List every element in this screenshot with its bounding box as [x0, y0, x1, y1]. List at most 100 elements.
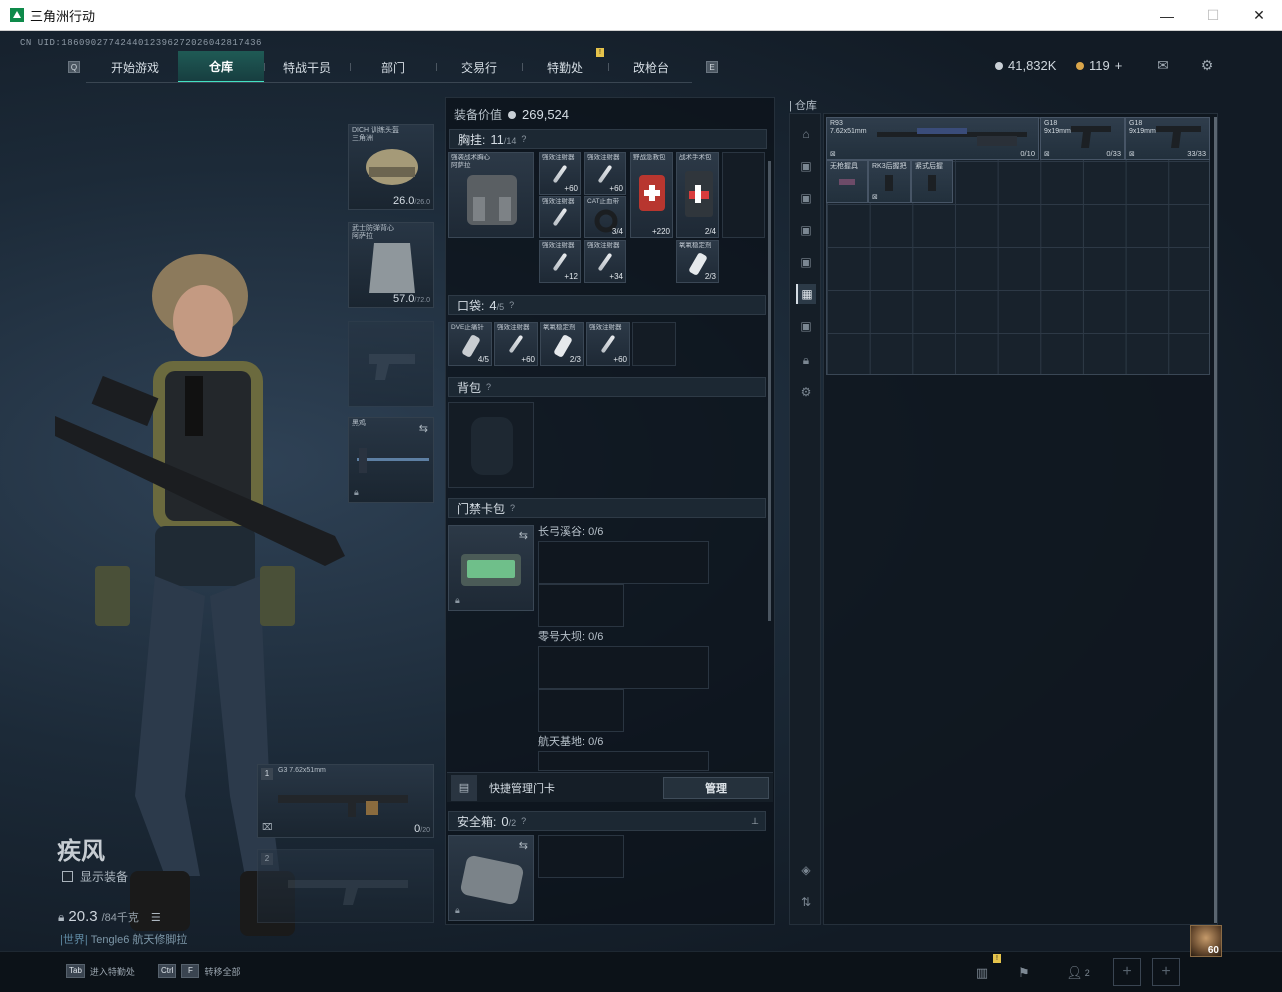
- warehouse-tab-collectibles-icon[interactable]: ▣: [796, 316, 816, 336]
- chest-item[interactable]: 强效注射器 +34: [584, 240, 626, 283]
- sniper-rifle-image: [877, 128, 1027, 146]
- helmet-slot[interactable]: DICH 训练头盔 三角洲 26.0/26.0: [348, 124, 434, 210]
- chest-item[interactable]: 战术手术包 2/4: [676, 152, 719, 238]
- keycard-grid[interactable]: [538, 541, 709, 584]
- warehouse-tab-ammo-icon[interactable]: ▣: [796, 252, 816, 272]
- warehouse-tab-attachments-icon[interactable]: ▦: [796, 284, 816, 304]
- chest-item[interactable]: 氧氧稳定剂 2/3: [676, 240, 719, 283]
- flag-icon[interactable]: ⚑: [1010, 959, 1038, 987]
- manage-keycard-button[interactable]: 管理: [663, 777, 769, 799]
- pocket-help-icon[interactable]: ?: [509, 300, 514, 310]
- primary-ammo: 0/20: [414, 823, 430, 835]
- close-button[interactable]: ✕: [1236, 0, 1282, 31]
- pocket-capacity: 4/5: [489, 297, 505, 313]
- keycard-grid[interactable]: [538, 646, 709, 689]
- warehouse-tab-weapons-icon[interactable]: ▣: [796, 156, 816, 176]
- pocket-empty-slot[interactable]: [632, 322, 676, 366]
- nav-prev-key[interactable]: Q: [68, 61, 80, 73]
- weight-list-icon[interactable]: ☰: [151, 911, 161, 924]
- warehouse-item[interactable]: R93 7.62x51mm ⊠ 0/10: [826, 117, 1039, 160]
- show-equipment-checkbox[interactable]: [62, 871, 73, 882]
- backpack-help-icon[interactable]: ?: [486, 382, 491, 392]
- chest-rig-slot[interactable]: 强袭战术胸心 阿萨拉: [448, 152, 534, 238]
- tab-start-game[interactable]: 开始游戏: [92, 51, 178, 83]
- tab-departments[interactable]: 部门: [350, 51, 436, 83]
- add-teammate-button[interactable]: +: [1113, 958, 1141, 986]
- secondary-weapon-slot[interactable]: 2: [257, 849, 434, 923]
- premium-add-button[interactable]: +: [1115, 58, 1123, 73]
- tab-warehouse[interactable]: 仓库: [178, 51, 264, 83]
- backpack-title: 背包: [457, 380, 482, 395]
- player-avatar[interactable]: 60: [1190, 925, 1222, 957]
- equipment-scrollbar[interactable]: [768, 161, 771, 621]
- keycard-grid[interactable]: [538, 689, 624, 732]
- primary-weapon-image: [278, 795, 408, 817]
- warehouse-item[interactable]: G18 9x19mm ⊠ 33/33: [1125, 117, 1210, 160]
- tab-trading[interactable]: 交易行: [436, 51, 522, 83]
- safebox-grid[interactable]: [538, 835, 624, 878]
- pistol-silhouette-icon: [369, 354, 415, 380]
- tab-gunsmith[interactable]: 改枪台: [608, 51, 694, 83]
- chest-item[interactable]: CAT止血带 3/4: [584, 196, 626, 238]
- primary-weapon-slot[interactable]: 1 G3 7.62x51mm 0/20 ⌧: [257, 764, 434, 838]
- tab-operators[interactable]: 特战干员: [264, 51, 350, 83]
- show-equipment-toggle[interactable]: 显示装备: [62, 868, 128, 885]
- chest-item[interactable]: 强效注射器 +12: [539, 240, 581, 283]
- safebox-pin-icon[interactable]: ⊥: [751, 816, 759, 827]
- chest-item[interactable]: 强效注射器 +60: [584, 152, 626, 195]
- add-teammate-button[interactable]: +: [1152, 958, 1180, 986]
- pocket-item[interactable]: 强效注射器 +60: [586, 322, 630, 366]
- primary-mod-icon[interactable]: ⌧: [262, 822, 272, 833]
- syringe-icon: [508, 334, 524, 354]
- premium-value: 119: [1089, 58, 1110, 73]
- warehouse-item[interactable]: G18 9x19mm ⊠ 0/33: [1040, 117, 1125, 160]
- warehouse-item[interactable]: 无枪握具: [826, 160, 868, 203]
- chest-item-label: 强效注射器: [542, 242, 575, 249]
- settings-gear-icon[interactable]: ⚙: [1198, 57, 1216, 73]
- warehouse-stack-icon[interactable]: ◈: [796, 860, 816, 880]
- warehouse-tab-all-icon[interactable]: ⌂: [796, 124, 816, 144]
- pistol-slot[interactable]: [348, 321, 434, 407]
- warehouse-item-count: 0/10: [1020, 149, 1035, 158]
- nav-next-key[interactable]: E: [706, 61, 718, 73]
- equipment-value-label: 装备价值: [454, 108, 503, 122]
- chat-message[interactable]: |世界| Tengle6 航天修脚拉: [60, 931, 187, 947]
- keycard-grid[interactable]: [538, 751, 709, 771]
- keycard-grid[interactable]: [538, 584, 624, 627]
- hint-transfer-all[interactable]: Ctrl F 转移全部: [158, 964, 240, 978]
- warehouse-settings-icon[interactable]: ⚙: [796, 382, 816, 402]
- chest-empty-slot[interactable]: [722, 152, 765, 238]
- mail-icon[interactable]: ✉: [1154, 57, 1172, 73]
- backpack-slot[interactable]: [448, 402, 534, 488]
- coin-balance[interactable]: 41,832K: [995, 58, 1056, 73]
- stats-chart-icon[interactable]: ▥: [968, 959, 996, 987]
- keycard-case-slot[interactable]: ⇆ 🔒︎: [448, 525, 534, 611]
- keycard-header: 门禁卡包 ?: [448, 498, 766, 518]
- friends-icon[interactable]: 👤︎ 2: [1060, 959, 1096, 987]
- chest-item[interactable]: 强效注射器 +60: [539, 152, 581, 195]
- player-uid: CN UID:186090277424401239627202604281743…: [20, 38, 262, 48]
- melee-slot[interactable]: 黑鸡 ⇆ 🔒︎: [348, 417, 434, 503]
- chest-item[interactable]: 野战急救包 +220: [630, 152, 673, 238]
- syringe-icon: [597, 164, 613, 183]
- pocket-item[interactable]: DVE止痛针 4/5: [448, 322, 492, 366]
- warehouse-tab-medical-icon[interactable]: ▣: [796, 220, 816, 240]
- warehouse-tab-equipment-icon[interactable]: ▣: [796, 188, 816, 208]
- hint-enter-special-ops[interactable]: Tab 进入特勤处: [66, 964, 135, 978]
- pocket-item[interactable]: 强效注射器 +60: [494, 322, 538, 366]
- maximize-button[interactable]: ☐: [1190, 0, 1236, 31]
- pocket-item[interactable]: 氧氧稳定剂 2/3: [540, 322, 584, 366]
- warehouse-scrollbar[interactable]: [1214, 117, 1217, 923]
- warehouse-lock-icon[interactable]: 🔒︎: [796, 350, 816, 370]
- warehouse-item[interactable]: 紧式后握: [911, 160, 953, 203]
- warehouse-sort-icon[interactable]: ⇅: [796, 892, 816, 912]
- warehouse-item[interactable]: RK3后握把 ⊠: [868, 160, 911, 203]
- chest-help-icon[interactable]: ?: [521, 134, 526, 144]
- chest-item[interactable]: 强效注射器: [539, 196, 581, 238]
- safebox-help-icon[interactable]: ?: [521, 816, 526, 826]
- armor-slot[interactable]: 武士防弹背心 阿萨拉 57.0/72.0: [348, 222, 434, 308]
- premium-balance[interactable]: 119 +: [1076, 58, 1122, 73]
- minimize-button[interactable]: —: [1144, 0, 1190, 31]
- keycard-help-icon[interactable]: ?: [510, 503, 515, 513]
- safebox-slot[interactable]: ⇆ 🔒︎: [448, 835, 534, 921]
